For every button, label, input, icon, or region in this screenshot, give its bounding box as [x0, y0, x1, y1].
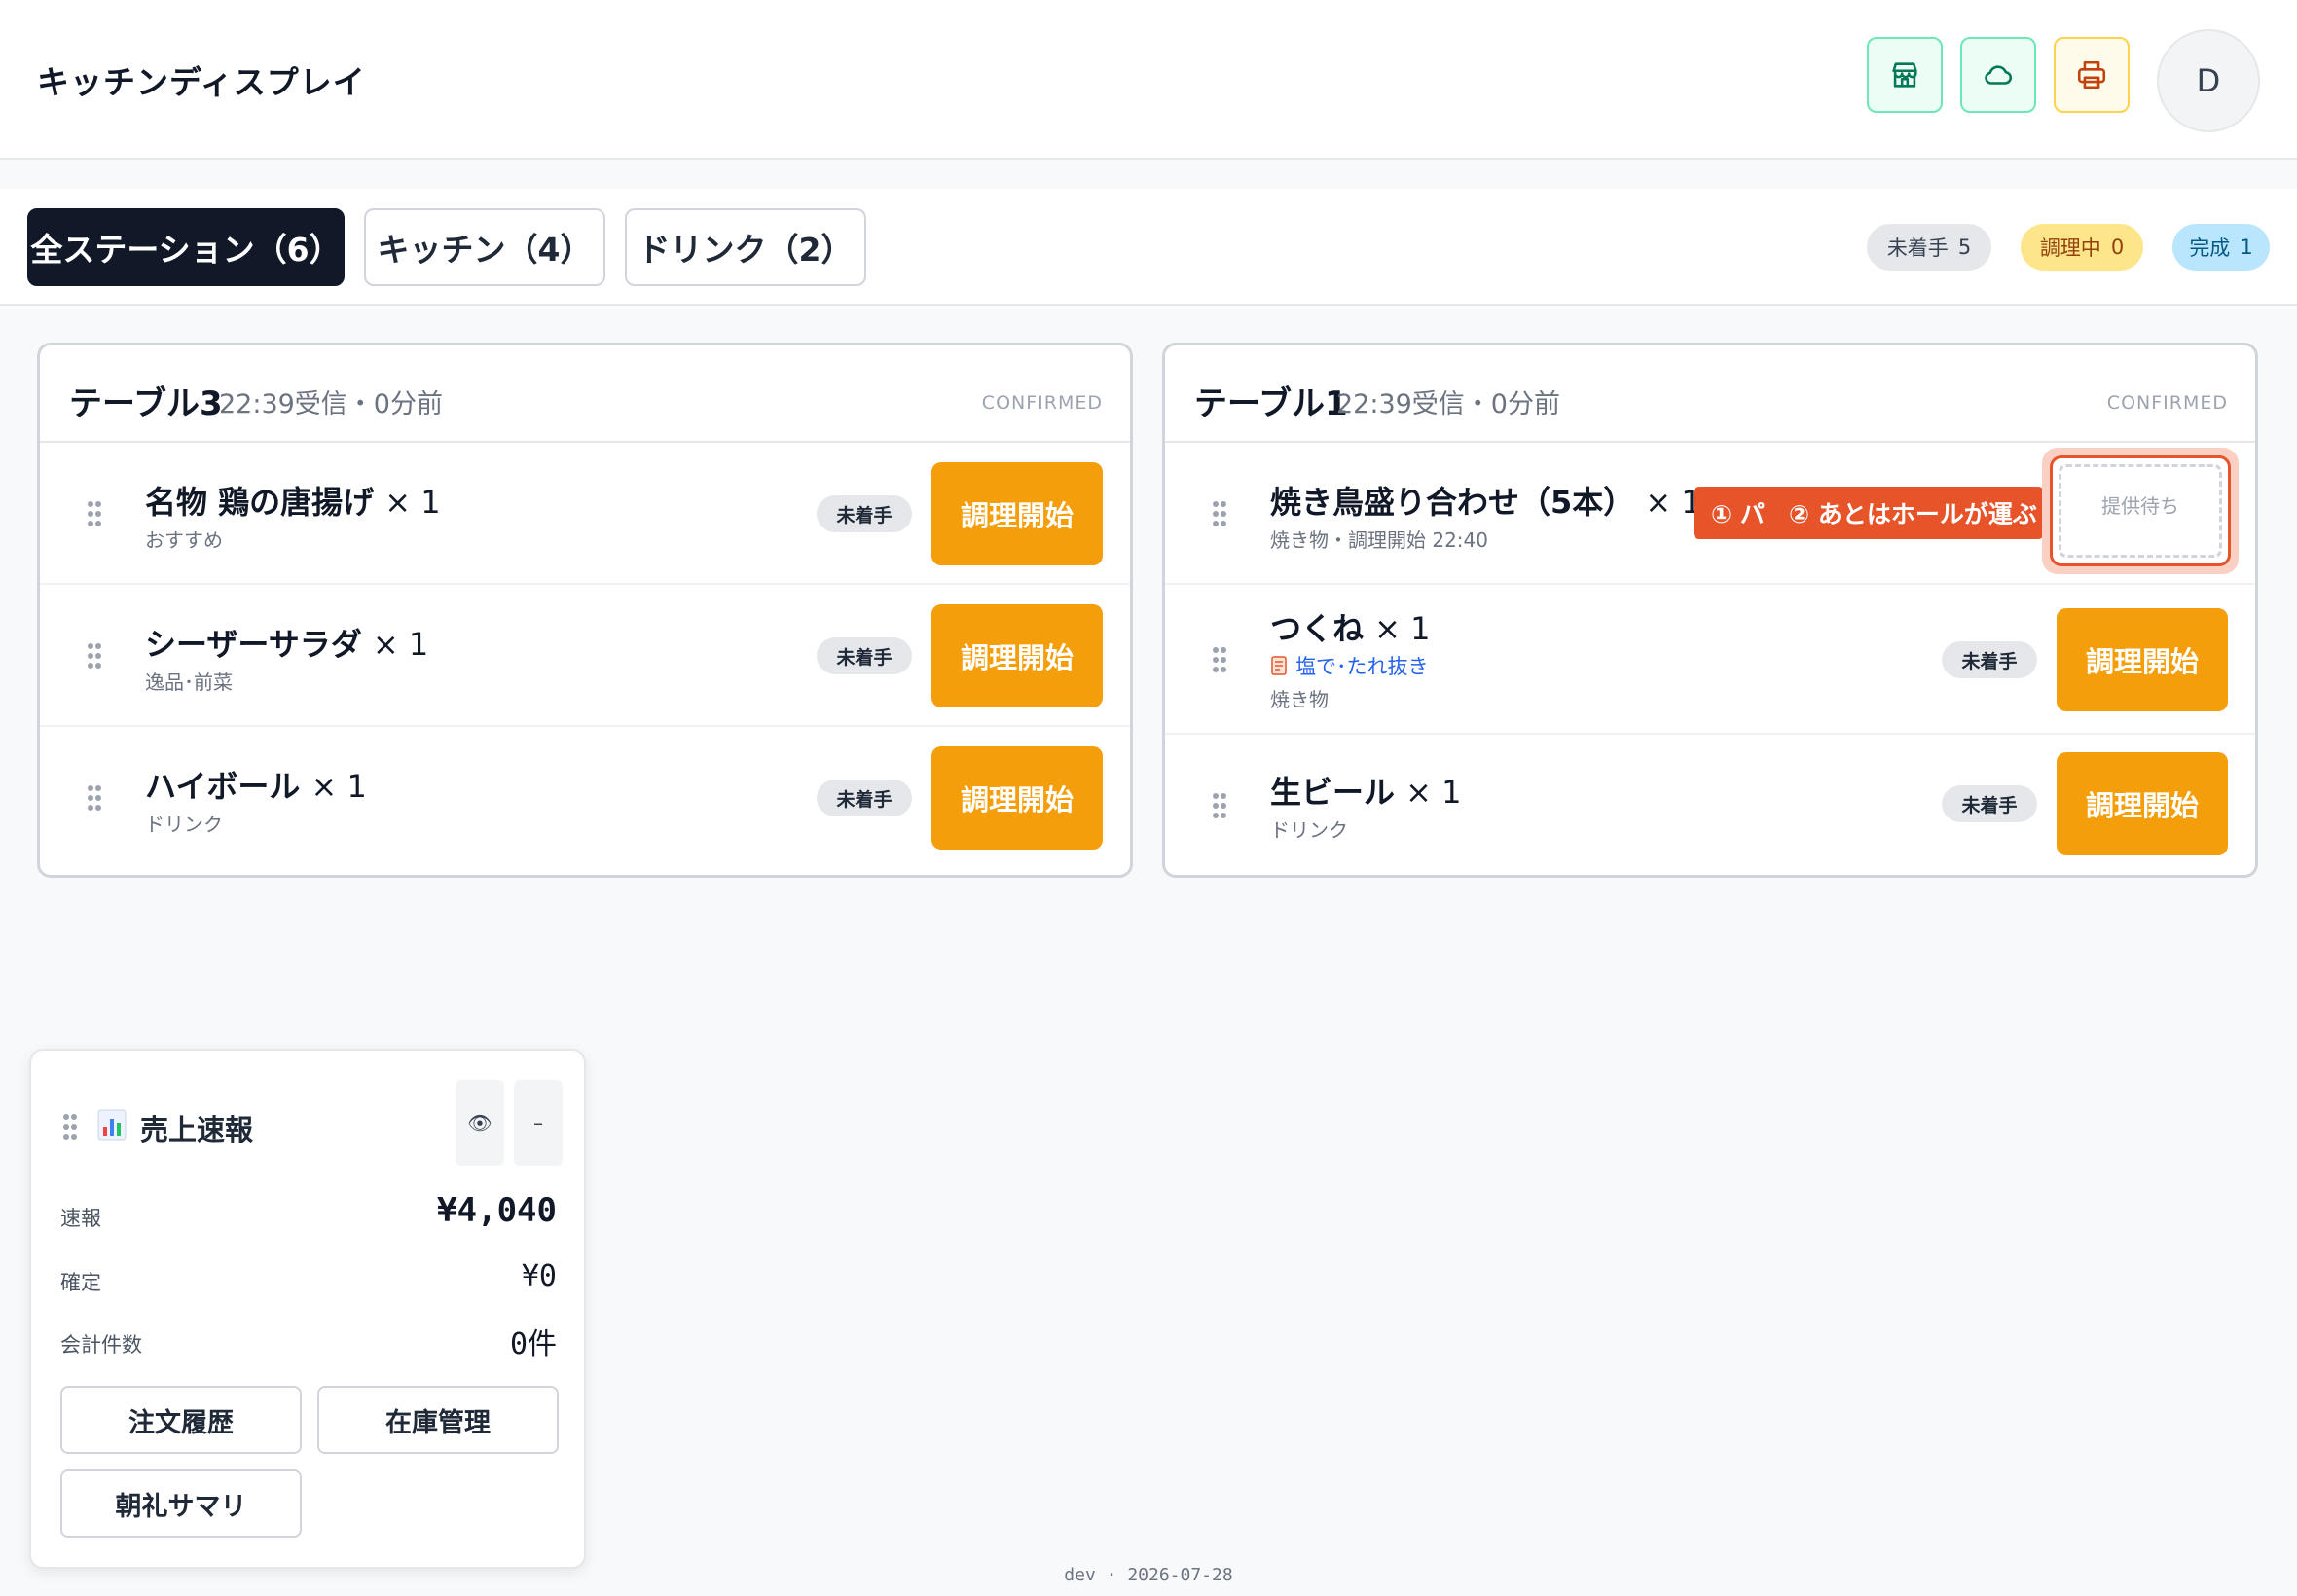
status-badge: 未着手 — [817, 637, 912, 674]
status-pill-count: 5 — [1957, 236, 1972, 259]
minimize-button[interactable]: – — [514, 1080, 563, 1166]
store-icon — [1892, 62, 1917, 88]
sales-label-checkout-count: 会計件数 — [60, 1333, 142, 1357]
avatar[interactable]: D — [2157, 29, 2260, 132]
drag-handle-icon[interactable] — [62, 1113, 78, 1141]
status-badge: 未着手 — [1942, 785, 2037, 822]
table-name: テーブル3 — [69, 384, 223, 423]
order-received-time: 22:39受信・0分前 — [219, 389, 443, 419]
sales-widget: 売上速報 👁 – 速報 ¥4,040 確定 ¥0 会計件数 0件 注文履歴 在庫… — [29, 1049, 586, 1569]
item-quantity: × 1 — [372, 626, 429, 663]
status-pill-count: 0 — [2110, 236, 2125, 259]
page-title: キッチンディスプレイ — [37, 63, 366, 101]
sales-value-confirmed: ¥0 — [521, 1259, 557, 1293]
tab-kitchen[interactable]: キッチン（4） — [364, 208, 605, 286]
guide-step-2: ② あとはホールが運ぶ — [1789, 500, 2037, 528]
start-cooking-button[interactable]: 調理開始 — [931, 604, 1103, 707]
drag-handle-icon[interactable] — [87, 784, 102, 812]
start-cooking-button[interactable]: 調理開始 — [2057, 752, 2228, 855]
order-item-row: つくね × 1 塩で･たれ抜き 焼き物 未着手 調理開始 — [1165, 585, 2255, 735]
order-received-time: 22:39受信・0分前 — [1336, 389, 1560, 419]
order-card-header: テーブル3 22:39受信・0分前 CONFIRMED — [40, 345, 1130, 443]
order-item-row: 名物 鶏の唐揚げ × 1 おすすめ 未着手 調理開始 — [40, 443, 1130, 585]
start-cooking-button[interactable]: 調理開始 — [931, 746, 1103, 850]
item-quantity: × 1 — [1405, 774, 1462, 811]
minimize-icon: – — [533, 1111, 543, 1135]
status-pill-label: 調理中 — [2039, 236, 2101, 260]
drag-handle-icon[interactable] — [1212, 792, 1227, 819]
inventory-button[interactable]: 在庫管理 — [317, 1386, 559, 1454]
item-name: シーザーサラダ × 1 — [145, 626, 429, 663]
item-note-text: 塩で･たれ抜き — [1295, 655, 1429, 678]
eye-icon: 👁 — [467, 1111, 492, 1135]
status-badge: 未着手 — [1942, 641, 2037, 678]
app-header: キッチンディスプレイ D — [0, 0, 2297, 160]
status-pill-done[interactable]: 完成 1 — [2172, 224, 2270, 271]
sales-widget-title: 売上速報 — [140, 1113, 254, 1146]
guide-step-1: ① パ — [1711, 500, 1765, 528]
sales-label-flash: 速報 — [60, 1207, 101, 1230]
sales-label-confirmed: 確定 — [60, 1271, 101, 1294]
cloud-icon — [1985, 65, 2013, 85]
item-category: 焼き物・調理開始 22:40 — [1270, 528, 1488, 552]
item-name: 名物 鶏の唐揚げ × 1 — [145, 484, 441, 521]
onboarding-guide-tooltip[interactable]: ① パ ② あとはホールが運ぶ — [1694, 487, 2044, 539]
item-category: おすすめ — [145, 528, 223, 552]
item-quantity: × 1 — [1374, 610, 1431, 647]
order-status: CONFIRMED — [2106, 392, 2228, 414]
serve-waiting-dropzone[interactable]: 提供待ち — [2059, 464, 2222, 558]
drag-handle-icon[interactable] — [87, 642, 102, 670]
order-card-header: テーブル1 22:39受信・0分前 CONFIRMED — [1165, 345, 2255, 443]
status-pill-todo[interactable]: 未着手 5 — [1867, 224, 1991, 271]
store-button[interactable] — [1867, 37, 1943, 113]
order-item-row: シーザーサラダ × 1 逸品･前菜 未着手 調理開始 — [40, 585, 1130, 727]
printer-icon — [2077, 60, 2106, 90]
memo-icon — [1271, 656, 1287, 675]
order-status: CONFIRMED — [981, 392, 1103, 414]
order-item-row: 生ビール × 1 ドリンク 未着手 調理開始 — [1165, 735, 2255, 875]
toggle-visibility-button[interactable]: 👁 — [456, 1080, 504, 1166]
tab-all-stations[interactable]: 全ステーション（6） — [27, 208, 345, 286]
drag-handle-icon[interactable] — [1212, 500, 1227, 527]
drag-handle-icon[interactable] — [1212, 646, 1227, 673]
item-quantity: × 1 — [310, 768, 367, 805]
build-info: dev · 2026-07-28 — [1064, 1565, 1233, 1585]
item-name: 生ビール × 1 — [1270, 774, 1462, 811]
start-cooking-button[interactable]: 調理開始 — [2057, 608, 2228, 711]
sales-value-flash: ¥4,040 — [437, 1191, 557, 1230]
item-quantity: × 1 — [384, 484, 441, 521]
status-badge: 未着手 — [817, 780, 912, 816]
serve-waiting-frame: 提供待ち — [2050, 455, 2231, 566]
bar-chart-icon — [97, 1109, 127, 1141]
item-category: 焼き物 — [1270, 688, 1329, 711]
status-badge: 未着手 — [817, 495, 912, 532]
printer-button[interactable] — [2054, 37, 2130, 113]
cloud-sync-button[interactable] — [1960, 37, 2036, 113]
item-category: ドリンク — [145, 813, 223, 836]
tab-drink[interactable]: ドリンク（2） — [625, 208, 866, 286]
status-pill-count: 1 — [2240, 236, 2253, 259]
status-pill-label: 未着手 — [1886, 236, 1949, 260]
order-item-row: ハイボール × 1 ドリンク 未着手 調理開始 — [40, 727, 1130, 875]
item-category: ドリンク — [1270, 818, 1348, 842]
station-tabbar: 全ステーション（6） キッチン（4） ドリンク（2） 未着手 5 調理中 0 完… — [0, 189, 2297, 306]
drag-handle-icon[interactable] — [87, 500, 102, 527]
order-card-table1: テーブル1 22:39受信・0分前 CONFIRMED 焼き鳥盛り合わせ（5本）… — [1162, 343, 2258, 878]
status-pill-cooking[interactable]: 調理中 0 — [2021, 224, 2143, 271]
start-cooking-button[interactable]: 調理開始 — [931, 462, 1103, 565]
sales-value-checkout-count: 0件 — [509, 1327, 557, 1361]
item-name: ハイボール × 1 — [145, 768, 367, 805]
status-pill-label: 完成 — [2189, 236, 2231, 260]
morning-summary-button[interactable]: 朝礼サマリ — [60, 1469, 302, 1538]
order-card-table3: テーブル3 22:39受信・0分前 CONFIRMED 名物 鶏の唐揚げ × 1… — [37, 343, 1133, 878]
item-category: 逸品･前菜 — [145, 671, 233, 694]
serve-waiting-highlight: 提供待ち — [2042, 448, 2239, 574]
table-name: テーブル1 — [1194, 384, 1348, 423]
item-name: 焼き鳥盛り合わせ（5本） × 1 — [1270, 484, 1701, 521]
item-note: 塩で･たれ抜き — [1270, 651, 1429, 680]
item-name: つくね × 1 — [1270, 610, 1431, 647]
order-history-button[interactable]: 注文履歴 — [60, 1386, 302, 1454]
